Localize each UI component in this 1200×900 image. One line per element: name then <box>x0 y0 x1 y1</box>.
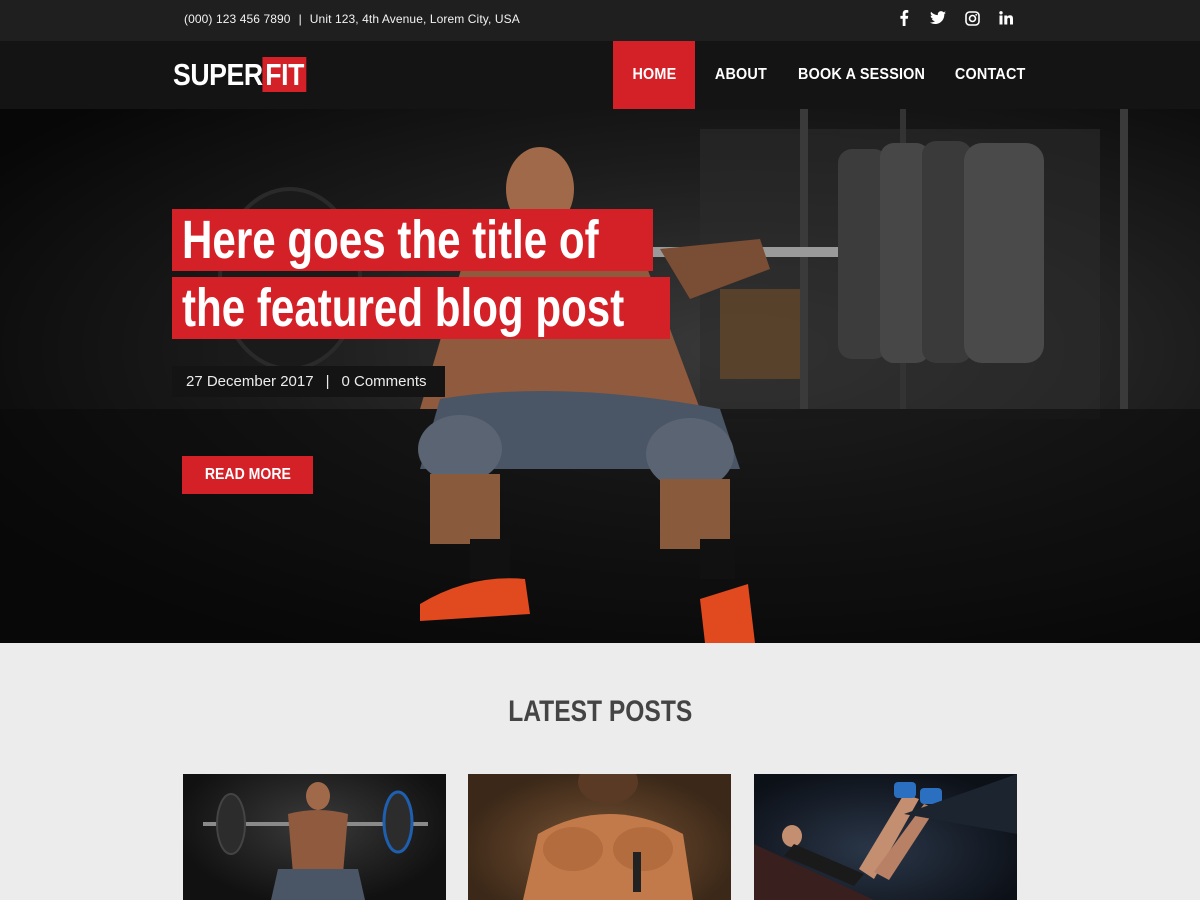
contact-info: (000) 123 456 7890 | Unit 123, 4th Avenue,… <box>184 12 520 26</box>
post-card-thumbnail[interactable] <box>468 774 731 900</box>
facebook-icon[interactable] <box>896 10 912 26</box>
post-card-thumbnail[interactable] <box>183 774 446 900</box>
post-image-weightlifter <box>203 782 428 900</box>
latest-posts-heading-text: LATEST POSTS <box>507 695 693 728</box>
featured-title-line-2: the featured blog post <box>172 277 670 339</box>
contact-separator: | <box>298 12 302 26</box>
nav-item-contact[interactable]: CONTACT <box>937 41 1043 109</box>
post-comments[interactable]: 0 Comments <box>342 373 427 390</box>
nav-item-book-a-session[interactable]: BOOK A SESSION <box>787 41 937 109</box>
nav-menu: HOME ABOUT BOOK A SESSION CONTACT <box>613 41 1043 109</box>
twitter-icon[interactable] <box>930 10 946 26</box>
post-image-leg-press <box>754 774 1017 900</box>
instagram-icon[interactable] <box>964 10 980 26</box>
social-links <box>896 10 1014 26</box>
nav-item-home[interactable]: HOME <box>613 41 695 109</box>
featured-title-text-2: the featured blog post <box>182 278 625 338</box>
nav-label-about: ABOUT <box>714 66 768 83</box>
read-more-label: READ MORE <box>204 466 291 483</box>
logo-text-super: SUPER <box>173 57 263 92</box>
featured-title-line-1: Here goes the title of <box>172 209 653 271</box>
linkedin-icon[interactable] <box>998 10 1014 26</box>
nav-label-contact: CONTACT <box>954 66 1026 83</box>
nav-item-about[interactable]: ABOUT <box>695 41 787 109</box>
post-date: 27 December 2017 <box>186 373 314 390</box>
main-navbar: SUPERFIT HOME ABOUT BOOK A SESSION CONTA… <box>0 41 1200 109</box>
featured-title-text-1: Here goes the title of <box>182 210 599 270</box>
meta-separator: | <box>325 373 330 390</box>
read-more-button[interactable]: READ MORE <box>182 456 313 494</box>
nav-label-home: HOME <box>632 66 676 83</box>
logo-text-fit: FIT <box>262 57 307 92</box>
post-image-muscular-man <box>523 774 693 900</box>
post-card-thumbnail[interactable] <box>754 774 1017 900</box>
address: Unit 123, 4th Avenue, Lorem City, USA <box>309 12 520 26</box>
site-logo[interactable]: SUPERFIT <box>173 57 307 92</box>
latest-posts-heading: LATEST POSTS <box>0 695 1200 729</box>
phone-number: (000) 123 456 7890 <box>184 12 291 26</box>
post-meta: 27 December 2017 | 0 Comments <box>172 366 445 397</box>
nav-label-book-a-session: BOOK A SESSION <box>798 66 926 83</box>
top-bar: (000) 123 456 7890 | Unit 123, 4th Avenue,… <box>0 0 1200 41</box>
